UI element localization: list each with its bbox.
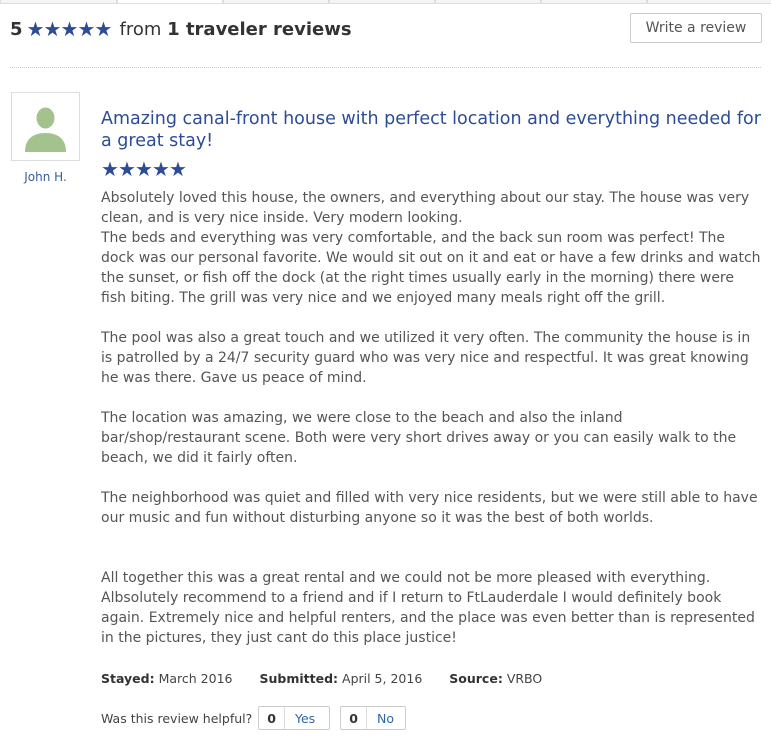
from-label: from <box>119 18 162 40</box>
divider <box>10 67 761 68</box>
tab[interactable] <box>647 0 771 4</box>
source-value: VRBO <box>506 671 543 686</box>
source-label: Source: <box>449 671 503 686</box>
tab[interactable] <box>329 0 435 4</box>
star-icon: ★ <box>94 16 113 41</box>
star-icon: ★ <box>77 16 96 41</box>
star-icon: ★ <box>118 157 136 181</box>
submitted-info: Submitted: April 5, 2016 <box>259 671 422 686</box>
no-count: 0 <box>341 707 367 729</box>
submitted-value: April 5, 2016 <box>342 671 423 686</box>
review-author[interactable]: John H. <box>11 170 80 184</box>
star-icon: ★ <box>101 157 119 181</box>
review-stars: ★ ★ ★ ★ ★ <box>101 157 761 181</box>
stayed-label: Stayed: <box>101 671 155 686</box>
stayed-value: March 2016 <box>158 671 233 686</box>
helpful-section: Was this review helpful? 0 Yes 0 No <box>101 706 407 730</box>
reviews-count-text: from 1 traveler reviews <box>120 19 352 40</box>
helpful-yes-button[interactable]: 0 Yes <box>258 706 331 730</box>
user-silhouette-icon <box>25 107 66 152</box>
avatar <box>11 92 80 161</box>
helpful-question: Was this review helpful? <box>101 710 253 726</box>
star-icon: ★ <box>135 157 153 181</box>
submitted-label: Submitted: <box>259 671 339 686</box>
rating-number: 5 <box>10 18 23 40</box>
yes-label: Yes <box>294 710 316 726</box>
review: Amazing canal-front house with perfect l… <box>101 108 761 648</box>
star-icon: ★ <box>26 16 45 41</box>
reviews-count: 1 traveler reviews <box>167 18 352 40</box>
source-info: Source: VRBO <box>449 671 542 686</box>
review-title: Amazing canal-front house with perfect l… <box>101 109 761 151</box>
star-icon: ★ <box>152 157 170 181</box>
tab[interactable] <box>117 0 223 4</box>
review-body: Absolutely loved this house, the owners,… <box>101 190 761 646</box>
reviews-summary: 5 ★ ★ ★ ★ ★ from 1 traveler reviews Writ… <box>10 13 762 45</box>
tab[interactable] <box>0 0 117 4</box>
write-review-button[interactable]: Write a review <box>630 13 762 43</box>
stayed-info: Stayed: March 2016 <box>101 671 232 686</box>
summary-stars: ★ ★ ★ ★ ★ <box>26 16 113 41</box>
no-label: No <box>376 710 394 726</box>
tab-strip <box>0 0 771 4</box>
star-icon: ★ <box>169 157 187 181</box>
star-icon: ★ <box>60 16 79 41</box>
yes-count: 0 <box>259 707 285 729</box>
tab[interactable] <box>435 0 541 4</box>
helpful-no-button[interactable]: 0 No <box>340 706 407 730</box>
tab[interactable] <box>223 0 329 4</box>
tab[interactable] <box>541 0 647 4</box>
review-meta: Stayed: March 2016 Submitted: April 5, 2… <box>101 671 569 686</box>
star-icon: ★ <box>43 16 62 41</box>
